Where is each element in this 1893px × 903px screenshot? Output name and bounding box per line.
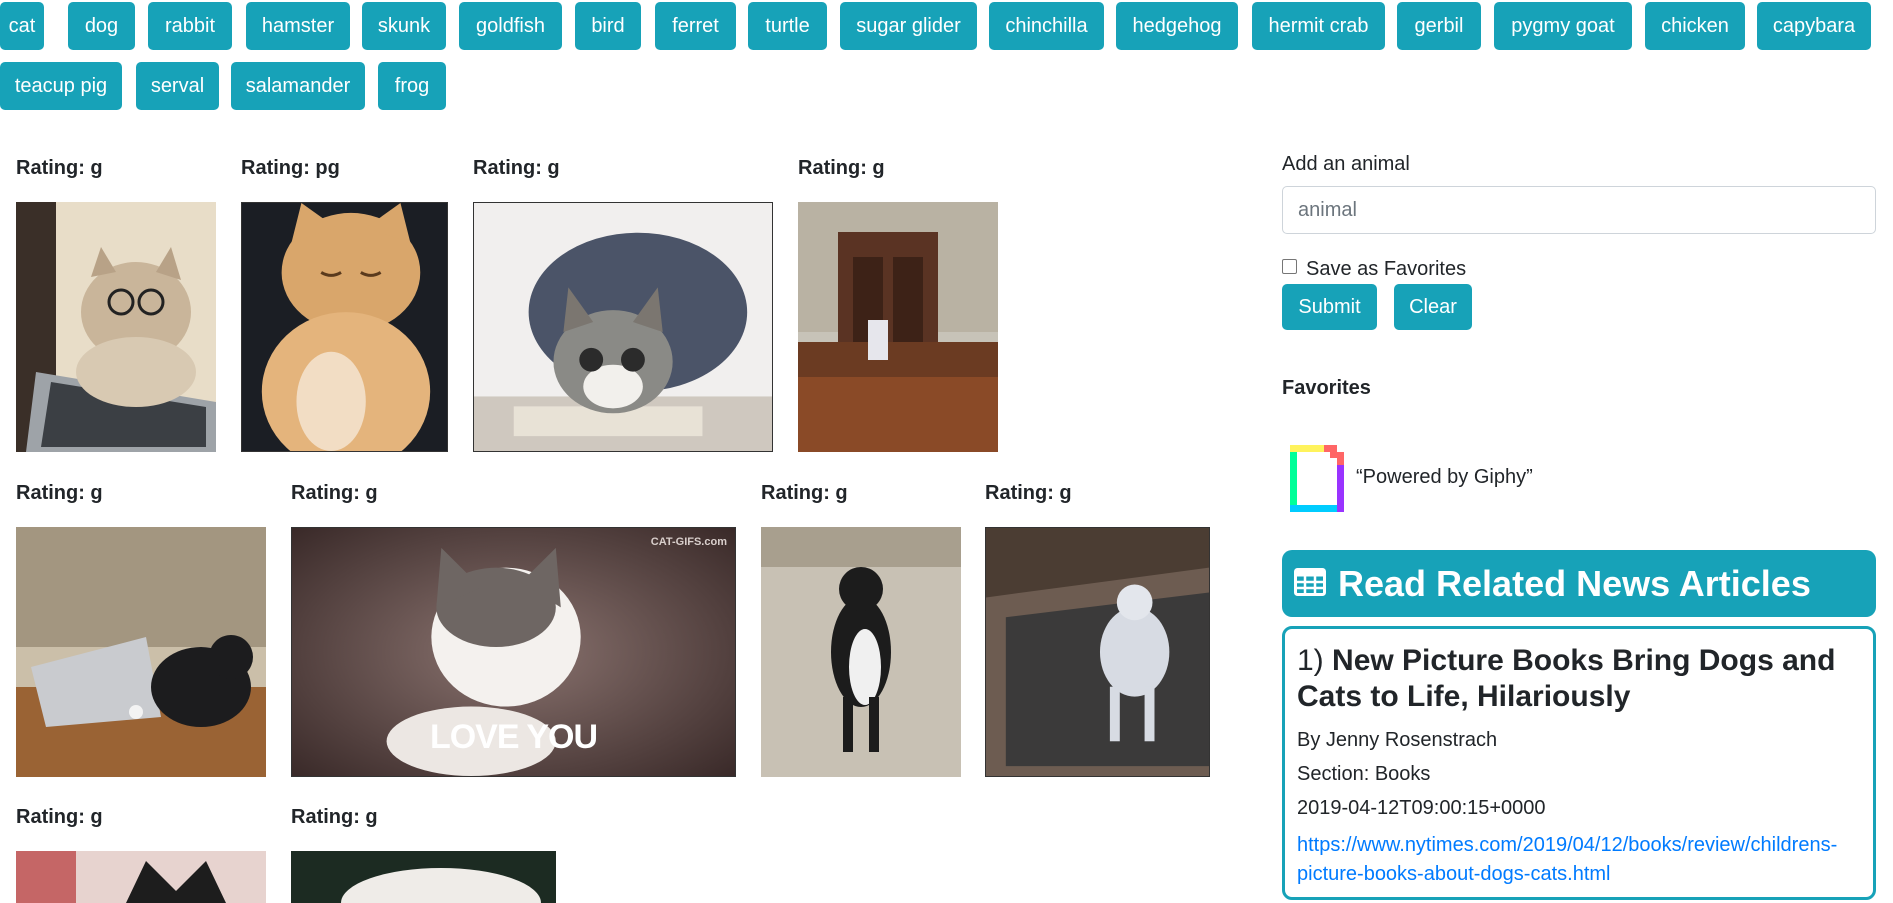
cat-gif-image[interactable] <box>16 527 266 777</box>
news-article-date: 2019-04-12T09:00:15+0000 <box>1297 797 1546 819</box>
powered-by-giphy-text: “Powered by Giphy” <box>1356 466 1533 488</box>
giphy-logo-icon <box>1290 443 1344 513</box>
animal-button-goldfish[interactable]: goldfish <box>459 2 562 50</box>
gif-rating: Rating: g <box>16 157 103 179</box>
cat-gif-image[interactable] <box>473 202 773 452</box>
gif-rating: Rating: g <box>291 482 378 504</box>
animal-button-serval[interactable]: serval <box>136 62 219 110</box>
clear-button[interactable]: Clear <box>1394 284 1472 330</box>
animal-button-hermit-crab[interactable]: hermit crab <box>1252 2 1385 50</box>
cat-gif-image[interactable]: LOVE YOU CAT-GIFS.com <box>291 527 736 777</box>
cat-gif-image[interactable] <box>291 851 556 903</box>
gif-rating: Rating: g <box>985 482 1072 504</box>
news-article-title: New Picture Books Bring Dogs and Cats to… <box>1297 644 1836 713</box>
animal-button-hamster[interactable]: hamster <box>246 2 350 50</box>
submit-button[interactable]: Submit <box>1282 284 1377 330</box>
animal-button-turtle[interactable]: turtle <box>748 2 827 50</box>
favorites-heading: Favorites <box>1282 377 1371 399</box>
news-article-link[interactable]: https://www.nytimes.com/2019/04/12/books… <box>1297 831 1861 889</box>
gif-watermark: CAT-GIFS.com <box>650 536 727 548</box>
news-header-title: Read Related News Articles <box>1338 562 1811 604</box>
animal-button-hedgehog[interactable]: hedgehog <box>1116 2 1238 50</box>
animal-button-rabbit[interactable]: rabbit <box>148 2 232 50</box>
animal-button-skunk[interactable]: skunk <box>362 2 446 50</box>
news-article-title-block: 1) New Picture Books Bring Dogs and Cats… <box>1297 643 1861 715</box>
save-favorites-checkbox[interactable] <box>1282 259 1297 274</box>
animal-button-salamander[interactable]: salamander <box>231 62 365 110</box>
cat-gif-image[interactable] <box>985 527 1210 777</box>
news-header: Read Related News Articles <box>1282 550 1876 617</box>
gif-rating: Rating: pg <box>241 157 340 179</box>
news-article-byline: By Jenny Rosenstrach <box>1297 729 1498 751</box>
add-animal-label: Add an animal <box>1282 153 1410 175</box>
news-article-number: 1) <box>1297 644 1324 677</box>
cat-gif-image[interactable] <box>798 202 998 452</box>
cat-gif-image[interactable] <box>16 851 266 903</box>
gif-rating: Rating: g <box>473 157 560 179</box>
animal-button-sugar-glider[interactable]: sugar glider <box>840 2 977 50</box>
animal-button-dog[interactable]: dog <box>68 2 135 50</box>
animal-button-capybara[interactable]: capybara <box>1757 2 1871 50</box>
animal-button-cat[interactable]: cat <box>0 2 44 50</box>
animal-button-ferret[interactable]: ferret <box>655 2 736 50</box>
gif-caption: LOVE YOU <box>429 718 598 756</box>
animal-button-gerbil[interactable]: gerbil <box>1397 2 1481 50</box>
save-favorites-label: Save as Favorites <box>1306 258 1467 280</box>
cat-gif-image[interactable] <box>761 527 961 777</box>
animal-button-pygmy-goat[interactable]: pygmy goat <box>1494 2 1632 50</box>
gif-rating: Rating: g <box>291 806 378 828</box>
animal-button-chinchilla[interactable]: chinchilla <box>989 2 1104 50</box>
cat-gif-image[interactable] <box>241 202 448 452</box>
news-article-section: Section: Books <box>1297 763 1431 785</box>
cat-gif-image[interactable] <box>16 202 216 452</box>
animal-button-teacup-pig[interactable]: teacup pig <box>0 62 122 110</box>
news-article-card: 1) New Picture Books Bring Dogs and Cats… <box>1282 626 1876 900</box>
animal-input[interactable] <box>1282 186 1876 234</box>
animal-button-frog[interactable]: frog <box>378 62 446 110</box>
gif-rating: Rating: g <box>761 482 848 504</box>
gif-rating: Rating: g <box>16 482 103 504</box>
animal-button-chicken[interactable]: chicken <box>1645 2 1745 50</box>
gif-rating: Rating: g <box>798 157 885 179</box>
gif-rating: Rating: g <box>16 806 103 828</box>
table-icon <box>1294 563 1326 605</box>
animal-button-bird[interactable]: bird <box>575 2 641 50</box>
